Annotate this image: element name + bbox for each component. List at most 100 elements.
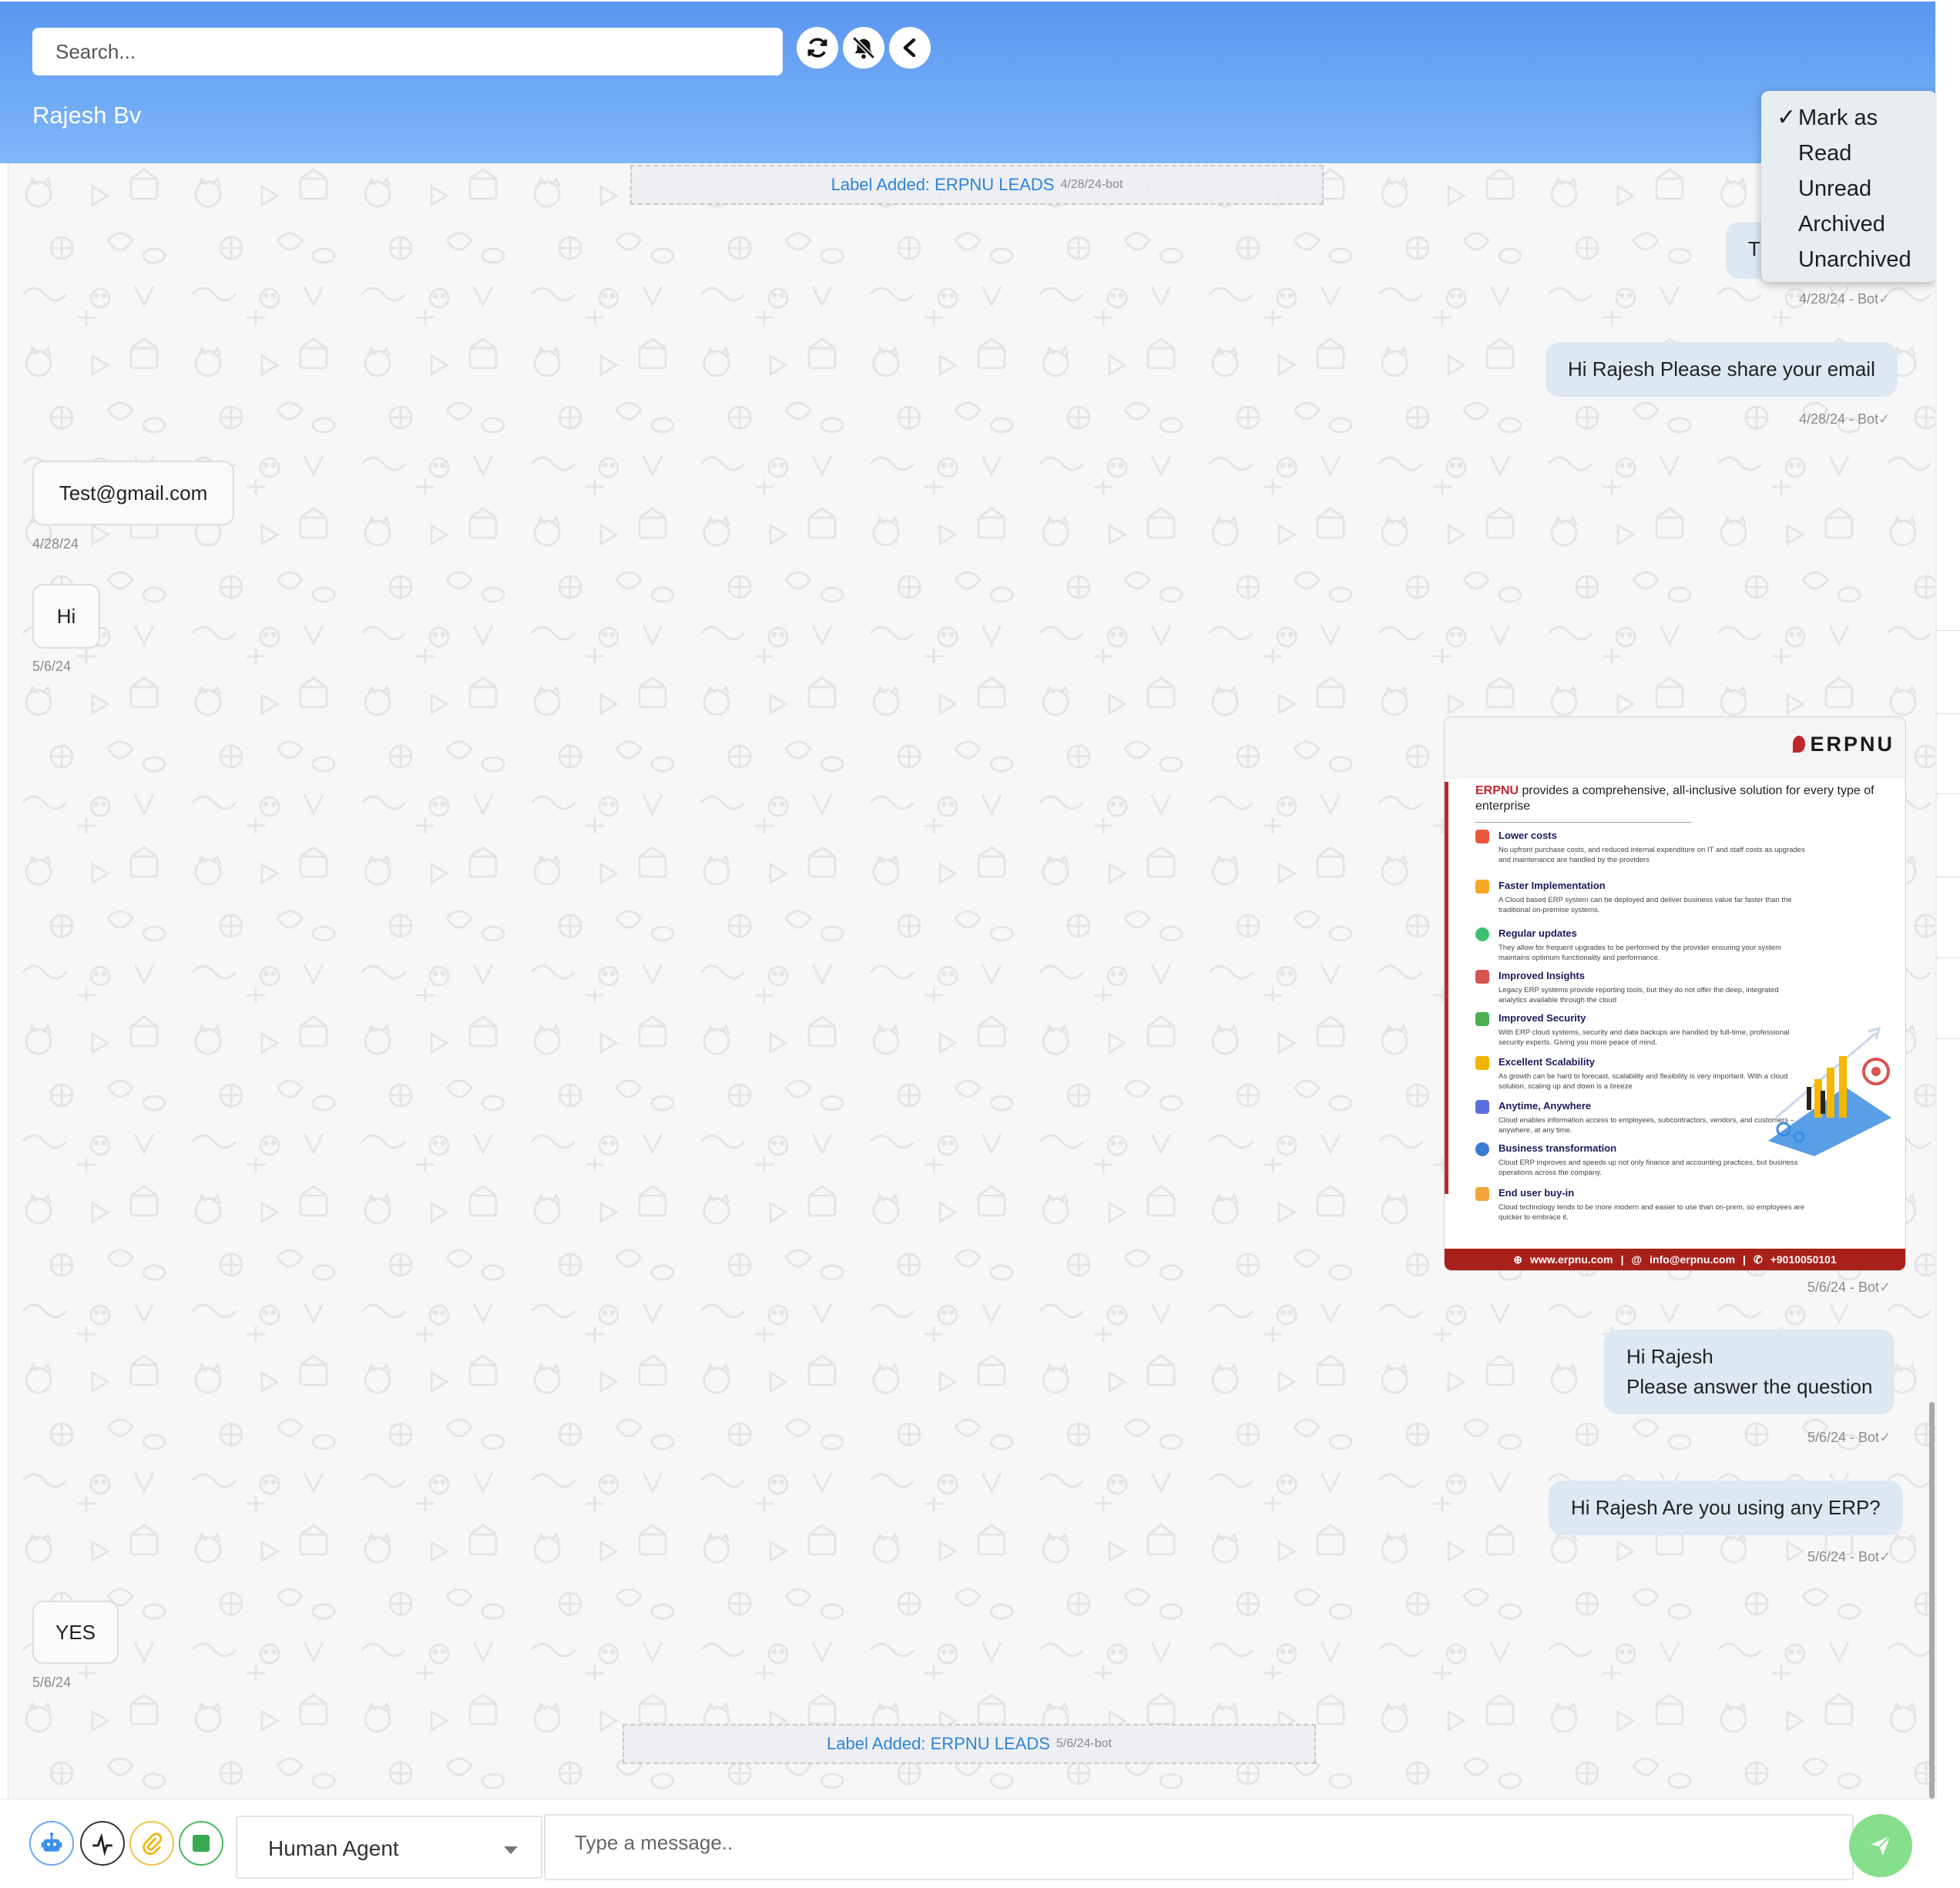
business-growth-illustration — [1768, 1026, 1891, 1156]
message-meta: 4/28/24 - Bot✓ — [1799, 411, 1890, 428]
image-message[interactable]: ERPNU ERPNU provides a comprehensive, al… — [1444, 716, 1906, 1271]
attachment-icon — [143, 1833, 163, 1855]
back-arrow-icon — [903, 38, 916, 58]
dropdown-option-mark-as[interactable]: ✓ Mark as — [1761, 100, 1937, 136]
flyer-item-desc: Cloud technology tends to be more modern… — [1499, 1203, 1805, 1222]
message-meta: 4/28/24 - Bot✓ — [1799, 291, 1890, 307]
message-meta: 5/6/24 - Bot✓ — [1807, 1430, 1891, 1446]
check-icon: ✓ — [1878, 291, 1891, 307]
message-text: Hi Rajesh Are you using any ERP? — [1571, 1496, 1881, 1519]
message-text: YES — [55, 1620, 96, 1644]
flyer-item-title: Excellent Scalability — [1499, 1056, 1596, 1068]
check-icon: ✓ — [1879, 1430, 1891, 1445]
flyer-item-desc: They allow for frequent upgrades to be p… — [1499, 944, 1781, 962]
flyer-item-title: End user buy-in — [1499, 1187, 1575, 1199]
contact-name: Rajesh Bv — [32, 102, 142, 129]
send-icon — [1871, 1835, 1891, 1856]
message-timestamp: 5/6/24 — [32, 1675, 72, 1690]
footer-separator: | — [1620, 1253, 1624, 1266]
flyer-intro-text: provides a comprehensive, all-inclusive … — [1475, 784, 1874, 813]
dropdown-option-unread[interactable]: Unread — [1761, 171, 1937, 206]
message-text-line: Please answer the question — [1626, 1375, 1873, 1398]
email-icon: @ — [1631, 1253, 1643, 1266]
flyer-accent-bar — [1445, 782, 1448, 1194]
footer-separator: | — [1743, 1253, 1746, 1266]
logo-text: ERPNU — [1810, 733, 1895, 756]
message-timestamp: 5/6/24 - Bot — [1807, 1430, 1880, 1445]
flyer-item-desc: No upfront purchase costs, and reduced i… — [1499, 846, 1805, 864]
flyer-item-title: Regular updates — [1499, 927, 1577, 939]
label-added-meta: 5/6/24-bot — [1056, 1737, 1112, 1750]
panel-divider — [1935, 1038, 1960, 1039]
check-icon: ✓ — [1879, 1279, 1891, 1295]
label-added-notice: Label Added: ERPNU LEADS 5/6/24-bot — [623, 1724, 1316, 1764]
agent-select-value: Human Agent — [268, 1836, 399, 1860]
stop-button[interactable] — [179, 1821, 223, 1866]
attach-button[interactable] — [129, 1821, 174, 1866]
erpnu-logo: ERPNU — [1793, 733, 1895, 756]
message-meta: 5/6/24 - Bot✓ — [1807, 1279, 1891, 1296]
checkmark-icon: ✓ — [1777, 105, 1797, 130]
chat-window: Rajesh Bv — [0, 0, 1960, 1888]
flyer-footer: ⊕ www.erpnu.com | @ info@erpnu.com | ✆ +901… — [1445, 1249, 1905, 1270]
chat-header: Rajesh Bv — [0, 2, 1935, 163]
panel-divider — [1935, 957, 1960, 958]
transformation-icon — [1475, 1142, 1489, 1156]
dropdown-option-archived[interactable]: Archived — [1761, 206, 1937, 242]
flyer-item-desc: Cloud ERP improves and speeds up not onl… — [1499, 1159, 1798, 1177]
message-input[interactable] — [544, 1814, 1854, 1880]
outgoing-message[interactable]: Hi Rajesh Please answer the question — [1604, 1330, 1895, 1414]
label-added-notice: Label Added: ERPNU LEADS 4/28/24-bot — [630, 165, 1324, 205]
check-icon: ✓ — [1879, 1549, 1891, 1564]
back-button[interactable] — [889, 27, 931, 69]
calendar-icon — [1475, 1100, 1489, 1114]
shield-icon — [1475, 1012, 1489, 1026]
bot-icon — [41, 1832, 62, 1852]
dropdown-option-label: Mark as — [1798, 106, 1878, 130]
flyer-divider — [1475, 822, 1691, 823]
refresh-button[interactable] — [797, 27, 838, 69]
users-icon — [1475, 1187, 1489, 1201]
adjacent-panel-edge — [1937, 0, 1960, 1887]
outgoing-message[interactable]: Hi Rajesh Please share your email — [1546, 342, 1898, 397]
insights-icon — [1475, 970, 1489, 984]
signature-button[interactable] — [80, 1821, 125, 1866]
send-button[interactable] — [1849, 1814, 1912, 1877]
refresh-check-icon — [1475, 927, 1489, 941]
agent-select[interactable]: Human Agent — [236, 1816, 542, 1879]
dropdown-option-read[interactable]: Read — [1761, 136, 1937, 171]
chevron-down-icon — [504, 1846, 518, 1854]
message-timestamp: 4/28/24 - Bot — [1799, 411, 1879, 427]
message-timestamp: 5/6/24 — [32, 659, 72, 674]
check-icon: ✓ — [1878, 411, 1891, 427]
message-timestamp: 4/28/24 - Bot — [1799, 291, 1879, 307]
label-added-meta: 4/28/24-bot — [1060, 178, 1123, 191]
flyer-item-title: Business transformation — [1499, 1142, 1617, 1154]
dropdown-option-unarchived[interactable]: Unarchived — [1761, 242, 1937, 277]
stop-icon — [193, 1835, 210, 1852]
gears-icon — [1475, 880, 1489, 894]
search-input[interactable] — [32, 28, 783, 75]
flyer-intro: ERPNU provides a comprehensive, all-incl… — [1475, 783, 1876, 814]
phone-icon: ✆ — [1753, 1253, 1763, 1266]
flyer-phone: +9010050101 — [1770, 1253, 1837, 1266]
outgoing-message[interactable]: Hi Rajesh Are you using any ERP? — [1549, 1481, 1903, 1535]
message-text: Test@gmail.com — [59, 481, 208, 505]
mute-button[interactable] — [843, 27, 884, 69]
incoming-message[interactable]: Hi — [32, 584, 100, 649]
logo-mark-icon — [1793, 736, 1806, 753]
mark-as-dropdown[interactable]: ✓ Mark as Read Unread Archived Unarchive… — [1761, 91, 1937, 282]
flyer-item-title: Lower costs — [1499, 830, 1557, 841]
incoming-message[interactable]: Test@gmail.com — [32, 461, 234, 525]
flyer-brand: ERPNU — [1475, 784, 1519, 797]
message-timestamp: 4/28/24 — [32, 536, 79, 552]
signature-icon — [92, 1833, 112, 1856]
label-added-text: Label Added: ERPNU LEADS — [831, 175, 1055, 194]
label-added-text: Label Added: ERPNU LEADS — [827, 1734, 1050, 1753]
incoming-message[interactable]: YES — [32, 1601, 119, 1664]
flyer-email: info@erpnu.com — [1650, 1253, 1736, 1266]
bot-button[interactable] — [29, 1821, 74, 1866]
panel-divider — [1935, 630, 1960, 631]
scrollbar-thumb[interactable] — [1929, 1402, 1935, 1799]
message-text: Hi — [56, 604, 76, 628]
